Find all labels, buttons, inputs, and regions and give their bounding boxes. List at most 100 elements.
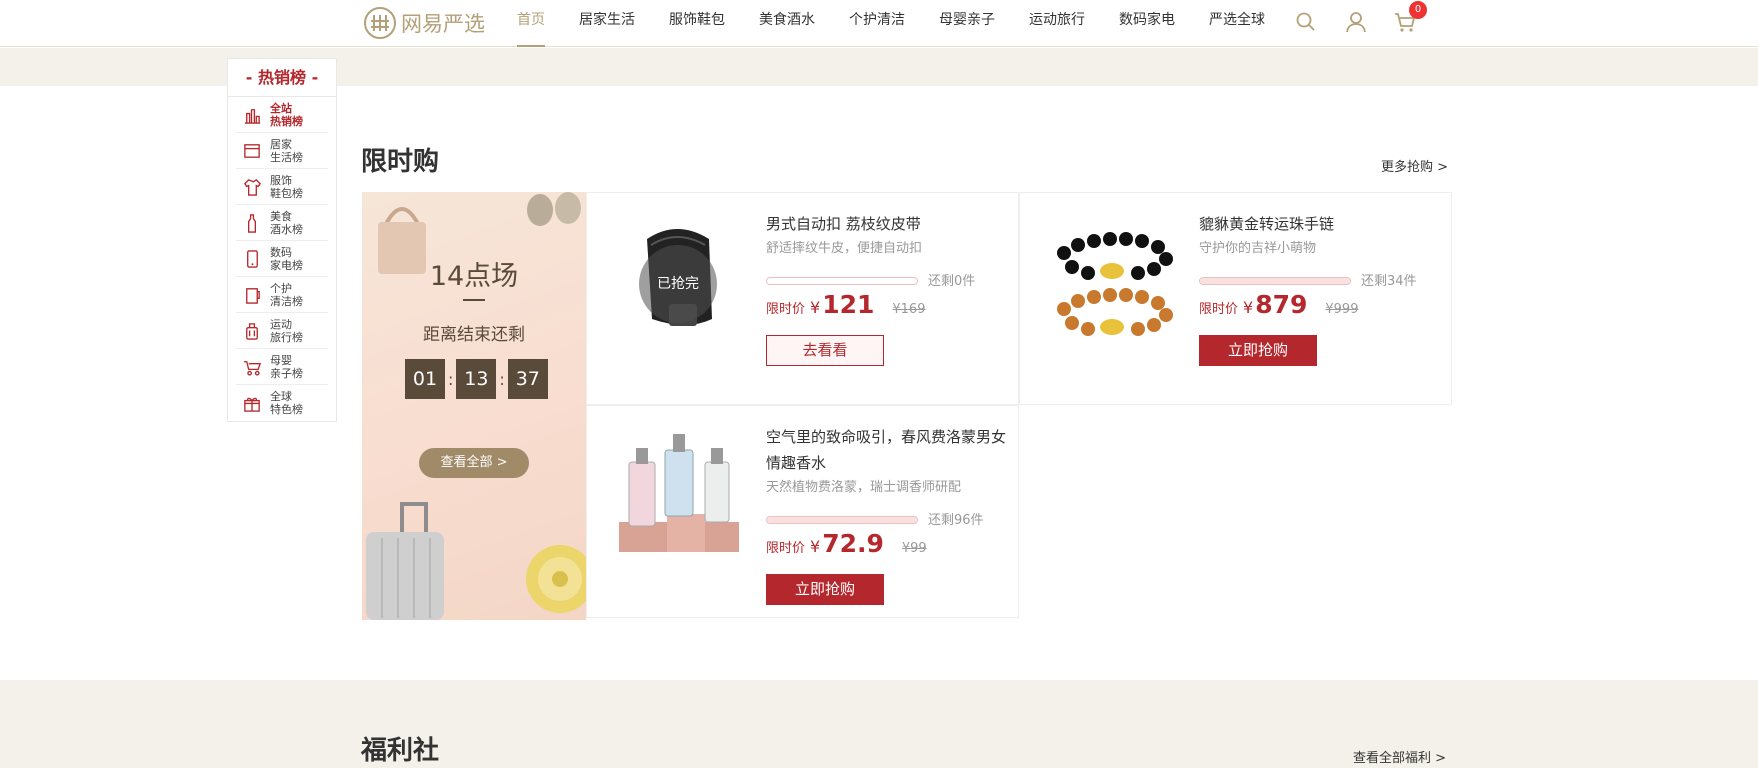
price-row: 限时价 ¥ 72.9 ¥99 [766,529,927,558]
rank-item-label: 居家 生活榜 [270,138,310,164]
rank-item-label-line2: 家电榜 [270,258,303,272]
stock-progress-fill [767,517,917,523]
original-price: ¥99 [901,541,927,556]
nav-home-living[interactable]: 居家生活 [562,0,652,47]
rank-item[interactable]: 全站 热销榜 [236,97,328,133]
search-icon[interactable] [1294,10,1318,34]
countdown-hours: 01 [405,359,445,399]
rank-item-label: 全球 特色榜 [270,390,310,416]
price-label: 限时价 [766,541,806,556]
home-icon [244,143,260,158]
welfare-section [0,680,1758,768]
rank-item[interactable]: 美食 酒水榜 [236,205,328,241]
nav-personal-care[interactable]: 个护清洁 [832,0,922,47]
user-icon[interactable] [1344,10,1368,34]
flash-sale-title: 限时购 [361,147,440,177]
nav-sports[interactable]: 运动旅行 [1012,0,1102,47]
top-header: 网易严选 首页 居家生活 服饰鞋包 美食酒水 个护清洁 母婴亲子 运动旅行 数码… [0,0,1758,47]
stock-progress-fill [1200,278,1350,284]
stock-progress-bar [1199,277,1351,285]
session-time: 14点场 [429,261,519,292]
page-root: 网易严选 首页 居家生活 服饰鞋包 美食酒水 个护清洁 母婴亲子 运动旅行 数码… [0,0,1758,768]
luggage-icon [246,322,258,340]
hot-rank-title: - 热销榜 - [228,59,336,97]
logo[interactable]: 网易严选 [363,5,485,41]
buy-now-button[interactable]: 立即抢购 [766,574,884,605]
rank-item-label-line1: 服饰 [270,173,292,187]
chart-icon [244,108,261,124]
product-desc: 舒适摔纹牛皮，便捷自动扣 [766,241,923,256]
countdown-label: 距离结束还剩 [423,325,525,345]
rank-item-label-line1: 居家 [270,137,292,151]
rank-item-label-line2: 热销榜 [270,114,303,128]
stock-progress-bar [766,516,918,524]
rank-item[interactable]: 居家 生活榜 [236,133,328,169]
buy-now-button[interactable]: 立即抢购 [1199,335,1317,366]
stock-progress-bar [766,277,918,285]
stock-remaining: 还剩34件 [1361,274,1417,289]
rank-item[interactable]: 数码 家电榜 [236,241,328,277]
stroller-icon [243,360,262,376]
nav-baby[interactable]: 母婴亲子 [922,0,1012,47]
shoes-image [527,192,581,226]
rank-item-label: 美食 酒水榜 [270,210,310,236]
clothes-icon [243,178,261,196]
product-name[interactable]: 男式自动扣 荔枝纹皮带 [766,211,1006,237]
price-value: 121 [822,290,875,319]
rank-item-label-line2: 鞋包榜 [270,186,303,200]
price-label: 限时价 [1199,302,1239,317]
product-name[interactable]: 貔貅黄金转运珠手链 [1199,211,1439,237]
hot-rank-list: 全站 热销榜居家 生活榜服饰 鞋包榜美食 酒水榜数码 家电榜个护 清洁榜 运动 旅行榜母婴 亲子榜… [228,97,336,421]
rank-item-label-line2: 特色榜 [270,403,303,416]
rank-item[interactable]: 全球 特色榜 [236,385,328,421]
perfume-image [619,434,739,552]
product-name[interactable]: 空气里的致命吸引，春风费洛蒙男女情趣香水 [766,424,1006,476]
rank-item[interactable]: 运动 旅行榜 [236,313,328,349]
nav-food[interactable]: 美食酒水 [742,0,832,47]
price-currency: ¥ [810,537,821,556]
original-price: ¥999 [1325,302,1359,317]
rank-item-label-line2: 旅行榜 [270,330,303,344]
rank-item-label: 数码 家电榜 [270,246,310,272]
nav-global[interactable]: 严选全球 [1192,0,1282,47]
sold-out-overlay: 已抢完 [639,245,717,323]
rank-item[interactable]: 个护 清洁榜 [236,277,328,313]
rank-item-label: 母婴 亲子榜 [270,354,310,380]
hot-rank-sidebar: - 热销榜 - 全站 热销榜居家 生活榜服饰 鞋包榜美食 酒水榜数码 家电榜个护 清洁榜 运动… [227,58,337,422]
rank-item-label: 服饰 鞋包榜 [270,174,310,200]
price-value: 879 [1255,290,1308,319]
product-desc: 天然植物费洛蒙，瑞士调香师研配 [766,480,962,495]
flash-more-link[interactable]: 更多抢购 > [1381,156,1448,175]
countdown: 01 : 13 : 37 [405,359,548,399]
flash-promo-panel: 14点场 距离结束还剩 01 : 13 : 37 查看全部 > [362,192,586,620]
view-all-button[interactable]: 查看全部 > [419,448,529,478]
nav-apparel[interactable]: 服饰鞋包 [652,0,742,47]
welfare-more-link[interactable]: 查看全部福利 > [1353,747,1446,766]
rank-item-label-line1: 母婴 [270,353,292,367]
view-product-button[interactable]: 去看看 [766,335,884,366]
main-nav: 首页 居家生活 服饰鞋包 美食酒水 个护清洁 母婴亲子 运动旅行 数码家电 严选… [500,0,1282,47]
price-currency: ¥ [810,298,821,317]
product-desc: 守护你的吉祥小萌物 [1199,241,1317,256]
price-currency: ¥ [1243,298,1254,317]
stock-remaining: 还剩0件 [928,274,976,289]
product-card[interactable]: 已抢完 男式自动扣 荔枝纹皮带 舒适摔纹牛皮，便捷自动扣 还剩0件 限时价 ¥ … [586,192,1019,405]
stock-remaining: 还剩96件 [928,513,984,528]
cup-icon [246,287,260,304]
nav-home[interactable]: 首页 [500,0,562,47]
rank-item[interactable]: 服饰 鞋包榜 [236,169,328,205]
product-card[interactable]: 貔貅黄金转运珠手链 守护你的吉祥小萌物 还剩34件 限时价 ¥ 879 ¥999… [1019,192,1452,405]
original-price: ¥169 [892,302,926,317]
bracelet-image [1057,232,1173,336]
nav-digital[interactable]: 数码家电 [1102,0,1192,47]
gift-icon [244,397,260,412]
rank-item-label-line1: 美食 [270,209,292,223]
product-card[interactable]: 空气里的致命吸引，春风费洛蒙男女情趣香水 天然植物费洛蒙，瑞士调香师研配 还剩9… [586,405,1019,618]
rank-item-label-line1: 个护 [270,281,292,295]
price-row: 限时价 ¥ 121 ¥169 [766,290,925,319]
price-value: 72.9 [822,529,884,558]
rank-item[interactable]: 母婴 亲子榜 [236,349,328,385]
countdown-colon: : [448,369,454,389]
price-row: 限时价 ¥ 879 ¥999 [1199,290,1358,319]
rank-item-label: 全站 热销榜 [270,102,310,128]
